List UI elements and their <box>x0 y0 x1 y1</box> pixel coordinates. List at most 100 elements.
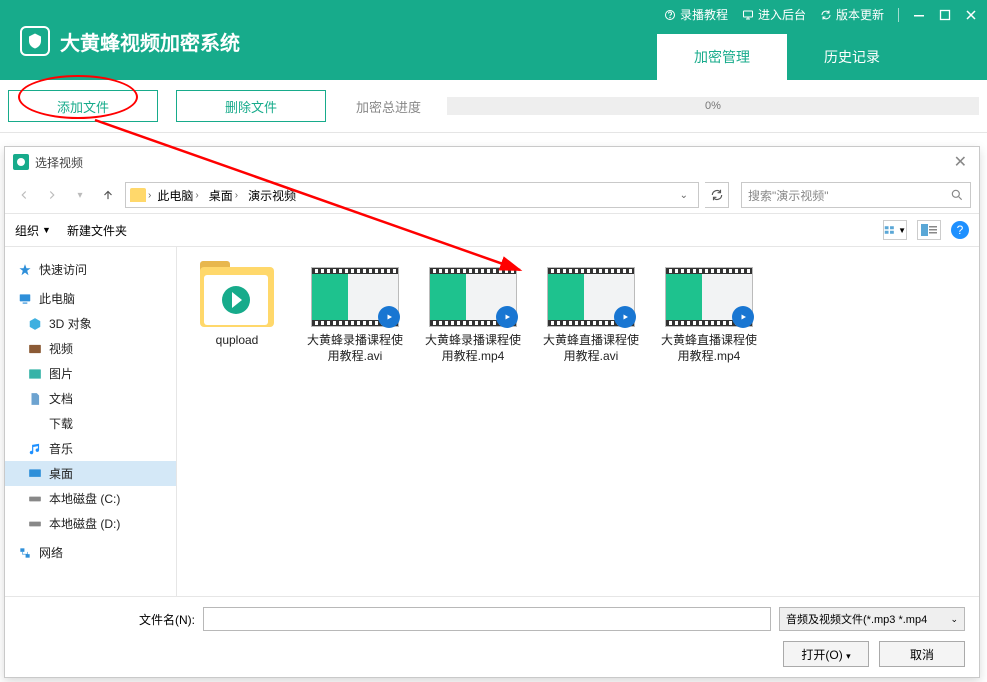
chevron-down-icon: ⌄ <box>950 614 958 625</box>
sidebar-network[interactable]: 网络 <box>5 540 176 565</box>
new-folder-button[interactable]: 新建文件夹 <box>67 222 127 239</box>
tutorial-link[interactable]: 录播教程 <box>664 6 728 23</box>
search-icon <box>950 188 964 202</box>
path-bar[interactable]: › 此电脑› 桌面› 演示视频 ⌄ <box>125 182 699 208</box>
file-item-video[interactable]: 大黄蜂直播课程使用教程.mp4 <box>659 267 759 364</box>
nav-up-button[interactable] <box>97 184 119 206</box>
file-item-video[interactable]: 大黄蜂直播课程使用教程.avi <box>541 267 641 364</box>
toolbar: 添加文件 删除文件 加密总进度 0% <box>0 80 987 133</box>
view-icons-button[interactable]: ▼ <box>883 220 907 240</box>
sidebar-videos[interactable]: 视频 <box>5 336 176 361</box>
music-icon <box>27 441 43 457</box>
desktop-icon <box>27 466 43 482</box>
help-button[interactable]: ? <box>951 221 969 239</box>
path-seg-desktop[interactable]: 桌面› <box>205 187 242 204</box>
update-label: 版本更新 <box>836 6 884 23</box>
cancel-button[interactable]: 取消 <box>879 641 965 667</box>
dialog-close-button[interactable]: ✕ <box>950 152 971 172</box>
header-tabs: 加密管理 历史记录 <box>657 34 917 80</box>
cube-icon <box>27 316 43 332</box>
dialog-title-bar: 选择视频 ✕ <box>5 147 979 177</box>
path-dropdown-button[interactable]: ⌄ <box>674 190 694 201</box>
search-placeholder: 搜索"演示视频" <box>748 187 829 204</box>
tab-encrypt[interactable]: 加密管理 <box>657 34 787 80</box>
video-thumbnail <box>547 267 635 327</box>
star-icon <box>17 262 33 278</box>
close-icon <box>965 9 977 21</box>
nav-forward-button[interactable] <box>41 184 63 206</box>
sidebar-documents[interactable]: 文档 <box>5 386 176 411</box>
logo-icon <box>20 26 50 56</box>
logo-area: 大黄蜂视频加密系统 <box>20 26 240 56</box>
sidebar-disk-d[interactable]: 本地磁盘 (D:) <box>5 511 176 536</box>
video-icon <box>27 341 43 357</box>
dialog-toolbar: 组织 ▼ 新建文件夹 ▼ ? <box>5 213 979 247</box>
details-view-icon <box>921 224 937 236</box>
sidebar-quick-access[interactable]: 快速访问 <box>5 257 176 282</box>
sidebar-pictures[interactable]: 图片 <box>5 361 176 386</box>
search-input[interactable]: 搜索"演示视频" <box>741 182 971 208</box>
dialog-sidebar: 快速访问 此电脑 3D 对象 视频 图片 文档 <box>5 247 177 596</box>
view-details-button[interactable] <box>917 220 941 240</box>
path-seg-folder[interactable]: 演示视频 <box>244 187 300 204</box>
sidebar-music[interactable]: 音乐 <box>5 436 176 461</box>
sidebar-downloads[interactable]: 下载 <box>5 411 176 436</box>
files-area[interactable]: qupload 大黄蜂录播课程使用教程.avi 大黄蜂录播课程使用教程.mp4 <box>177 247 979 596</box>
delete-file-button[interactable]: 删除文件 <box>176 90 326 122</box>
update-link[interactable]: 版本更新 <box>820 6 884 23</box>
add-file-button[interactable]: 添加文件 <box>8 90 158 122</box>
tutorial-label: 录播教程 <box>680 6 728 23</box>
open-button[interactable]: 打开(O) ▾ <box>783 641 869 667</box>
nav-back-button[interactable] <box>13 184 35 206</box>
minimize-button[interactable] <box>913 9 925 21</box>
network-icon <box>17 545 33 561</box>
icons-view-icon <box>884 224 896 236</box>
path-seg-pc[interactable]: 此电脑› <box>153 187 202 204</box>
filename-label: 文件名(N): <box>139 611 195 628</box>
file-name: 大黄蜂直播课程使用教程.avi <box>541 333 641 364</box>
view-controls: ▼ ? <box>883 220 969 240</box>
help-icon <box>664 9 676 21</box>
dialog-bottom: 文件名(N): 音频及视频文件(*.mp3 *.mp4 ⌄ 打开(O) ▾ 取消 <box>5 596 979 677</box>
refresh-button[interactable] <box>705 182 729 208</box>
backend-label: 进入后台 <box>758 6 806 23</box>
progress-label: 加密总进度 <box>356 97 421 116</box>
file-item-video[interactable]: 大黄蜂录播课程使用教程.mp4 <box>423 267 523 364</box>
dialog-app-icon <box>13 154 29 170</box>
close-button[interactable] <box>965 9 977 21</box>
sidebar-this-pc[interactable]: 此电脑 <box>5 286 176 311</box>
picture-icon <box>27 366 43 382</box>
folder-icon <box>130 188 146 202</box>
dialog-buttons: 打开(O) ▾ 取消 <box>19 641 965 667</box>
filetype-select[interactable]: 音频及视频文件(*.mp3 *.mp4 ⌄ <box>779 607 965 631</box>
filetype-label: 音频及视频文件(*.mp3 *.mp4 <box>786 611 927 627</box>
play-icon <box>614 306 636 328</box>
document-icon <box>27 391 43 407</box>
sidebar-3d-objects[interactable]: 3D 对象 <box>5 311 176 336</box>
organize-menu[interactable]: 组织 ▼ <box>15 222 51 239</box>
backend-link[interactable]: 进入后台 <box>742 6 806 23</box>
filename-row: 文件名(N): 音频及视频文件(*.mp3 *.mp4 ⌄ <box>19 607 965 631</box>
file-name: 大黄蜂录播课程使用教程.avi <box>305 333 405 364</box>
nav-recent-button[interactable]: ▾ <box>69 184 91 206</box>
tab-history[interactable]: 历史记录 <box>787 34 917 80</box>
divider <box>898 8 899 22</box>
dialog-nav-row: ▾ › 此电脑› 桌面› 演示视频 ⌄ 搜索"演示视频" <box>5 177 979 213</box>
folder-thumbnail <box>200 267 274 327</box>
file-item-video[interactable]: 大黄蜂录播课程使用教程.avi <box>305 267 405 364</box>
sidebar-desktop[interactable]: 桌面 <box>5 461 176 486</box>
progress-bar: 0% <box>447 97 979 115</box>
dialog-title: 选择视频 <box>35 154 83 171</box>
sidebar-disk-c[interactable]: 本地磁盘 (C:) <box>5 486 176 511</box>
video-thumbnail <box>665 267 753 327</box>
file-item-folder[interactable]: qupload <box>187 267 287 349</box>
maximize-button[interactable] <box>939 9 951 21</box>
progress-value: 0% <box>705 100 721 112</box>
refresh-icon <box>820 9 832 21</box>
chevron-right-icon: › <box>148 190 151 201</box>
disk-icon <box>27 516 43 532</box>
video-thumbnail <box>429 267 517 327</box>
dialog-body: 快速访问 此电脑 3D 对象 视频 图片 文档 <box>5 247 979 596</box>
filename-input[interactable] <box>203 607 771 631</box>
disk-icon <box>27 491 43 507</box>
